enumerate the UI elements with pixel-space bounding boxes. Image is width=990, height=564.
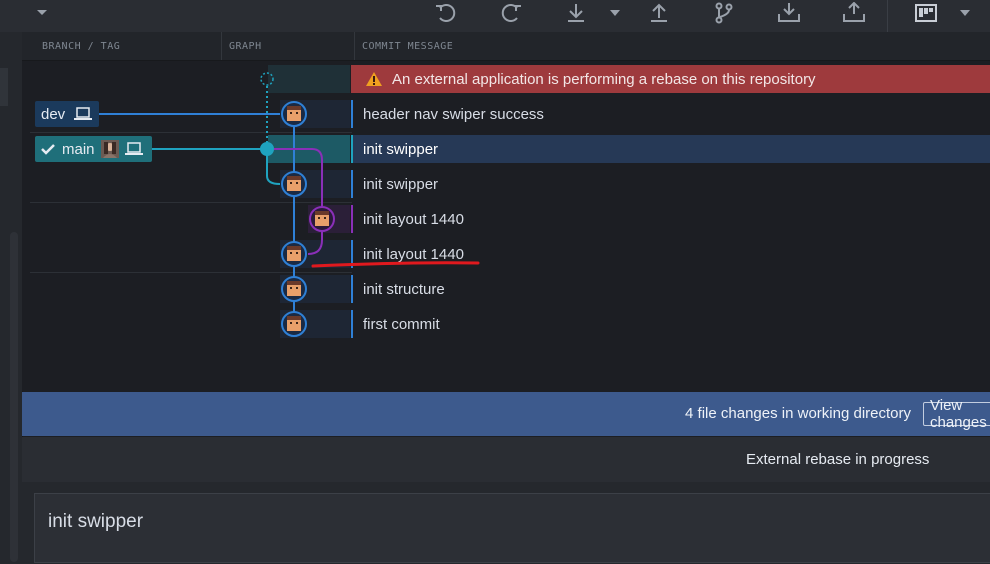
- branch-name: main: [62, 140, 95, 158]
- commit-node[interactable]: [309, 206, 335, 232]
- branch-name: dev: [41, 105, 66, 123]
- commit-node[interactable]: [281, 311, 307, 337]
- user-avatar-icon: [100, 140, 119, 158]
- main-head-node[interactable]: [260, 142, 274, 156]
- file-changes-text: 4 file changes in working directory: [685, 405, 911, 422]
- commit-node[interactable]: [281, 241, 307, 267]
- checkmark-icon: [41, 143, 55, 155]
- rebase-status-text: External rebase in progress: [746, 451, 930, 468]
- commit-graph: [99, 65, 480, 338]
- lane-purple: [274, 148, 323, 255]
- branch-label-dev[interactable]: dev: [35, 101, 99, 127]
- graph-row-bg: [268, 65, 350, 93]
- branch-label-main[interactable]: main: [35, 136, 152, 162]
- commit-node[interactable]: [281, 171, 307, 197]
- commit-node[interactable]: [281, 276, 307, 302]
- laptop-icon: [74, 107, 93, 121]
- laptop-icon: [124, 142, 143, 156]
- commit-message-input[interactable]: [48, 511, 848, 533]
- commit-node[interactable]: [281, 101, 307, 127]
- view-changes-button[interactable]: View changes: [923, 397, 990, 431]
- working-directory-status-bar: 4 file changes in working directory: [22, 392, 990, 436]
